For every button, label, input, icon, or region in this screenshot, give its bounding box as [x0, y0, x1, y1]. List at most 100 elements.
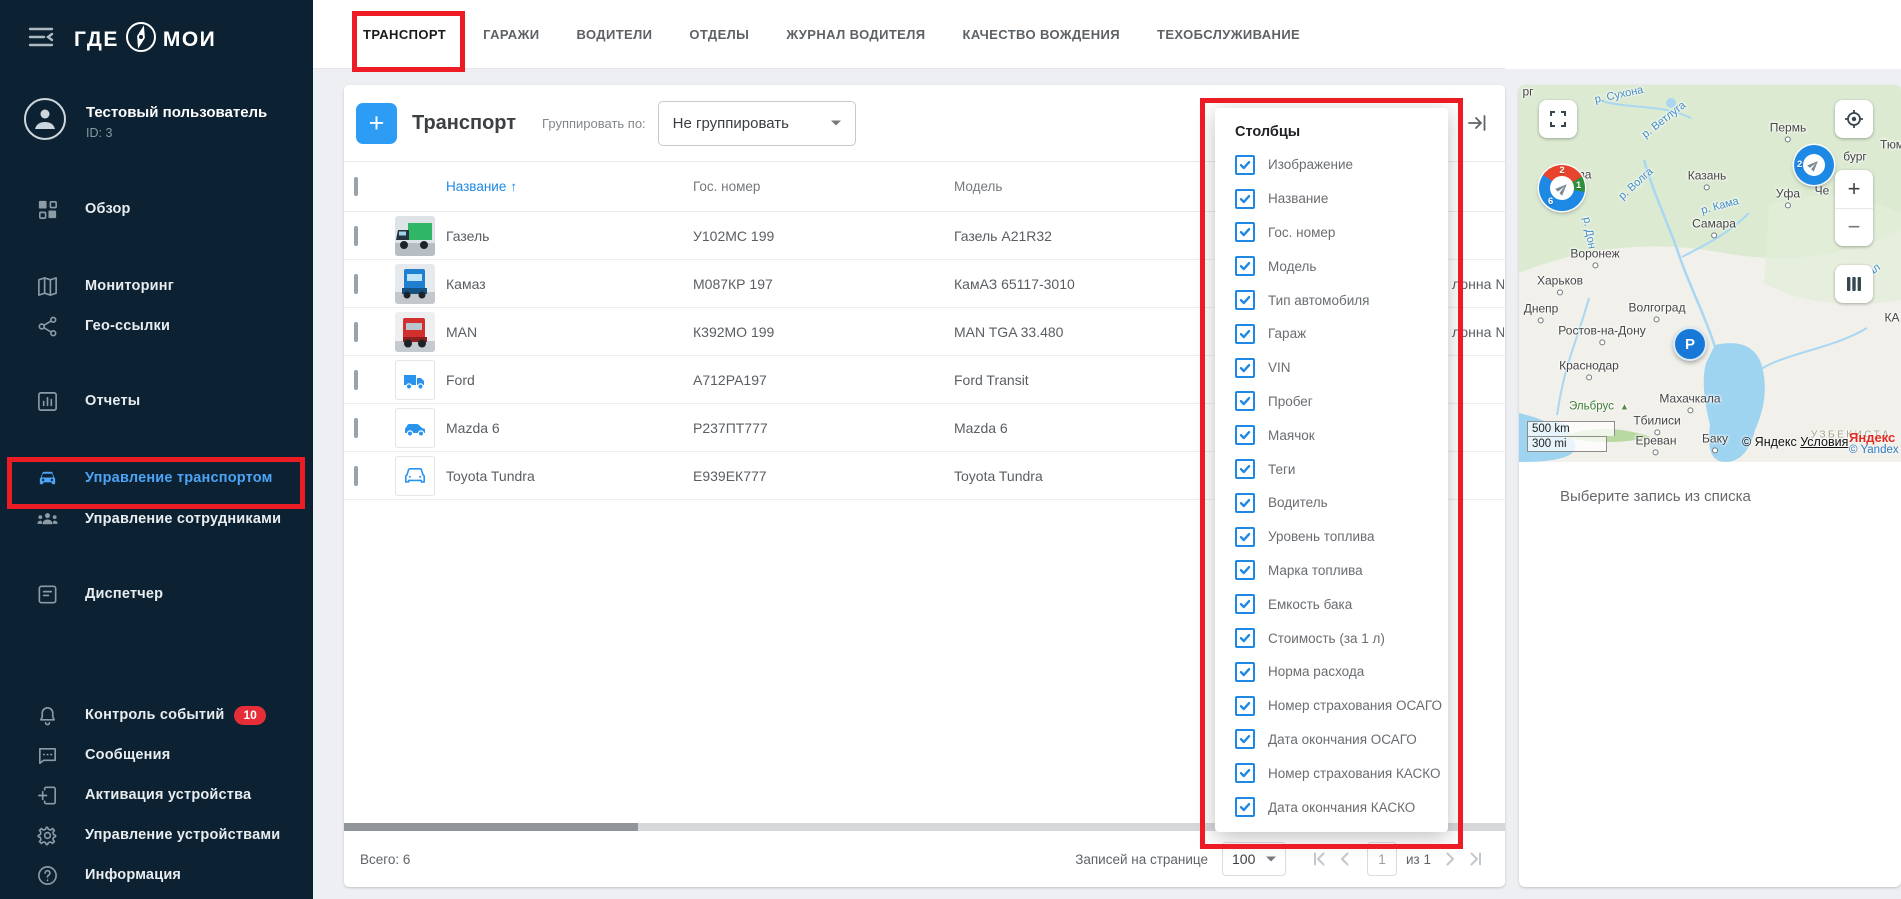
- column-toggle-item[interactable]: VIN: [1235, 351, 1448, 385]
- fullscreen-button[interactable]: [1539, 100, 1577, 138]
- checked-checkbox[interactable]: [1235, 797, 1255, 817]
- row-checkbox[interactable]: [354, 370, 358, 390]
- layers-button[interactable]: [1835, 265, 1873, 303]
- zoom-in-button[interactable]: +: [1835, 170, 1873, 208]
- tab-departments[interactable]: ОТДЕЛЫ: [689, 27, 749, 42]
- checked-checkbox[interactable]: [1235, 459, 1255, 479]
- checked-checkbox[interactable]: [1235, 662, 1255, 682]
- tab-driver-log[interactable]: ЖУРНАЛ ВОДИТЕЛЯ: [786, 27, 925, 42]
- sidebar-item-reports[interactable]: Отчеты: [0, 381, 313, 421]
- sidebar-item-information[interactable]: Информация: [0, 855, 313, 895]
- column-toggle-item[interactable]: Пробег: [1235, 385, 1448, 419]
- column-header-plate[interactable]: Гос. номер: [693, 179, 954, 194]
- column-toggle-item[interactable]: Стоимость (за 1 л): [1235, 621, 1448, 655]
- prev-page-button[interactable]: [1332, 846, 1358, 872]
- menu-toggle-icon[interactable]: [28, 26, 54, 48]
- last-page-button[interactable]: [1463, 846, 1489, 872]
- checked-checkbox[interactable]: [1235, 527, 1255, 547]
- column-toggle-item[interactable]: Тип автомобиля: [1235, 283, 1448, 317]
- column-toggle-item[interactable]: Гос. номер: [1235, 216, 1448, 250]
- column-toggle-item[interactable]: Изображение: [1235, 148, 1448, 182]
- add-vehicle-button[interactable]: +: [356, 103, 397, 144]
- checked-checkbox[interactable]: [1235, 493, 1255, 513]
- map-label: Махачкала: [1659, 392, 1720, 413]
- checked-checkbox[interactable]: [1235, 324, 1255, 344]
- sidebar-item-monitoring[interactable]: Мониторинг: [0, 266, 313, 306]
- map-label: Тюм: [1880, 138, 1901, 151]
- column-toggle-item[interactable]: Номер страхования КАСКО: [1235, 756, 1448, 790]
- sidebar-item-device-management[interactable]: Управление устройствами: [0, 815, 313, 855]
- column-toggle-item[interactable]: Теги: [1235, 452, 1448, 486]
- map-canvas[interactable]: рг р. Сухона р. Ветлуга Пермь: [1519, 85, 1901, 462]
- terms-link[interactable]: Условия: [1800, 435, 1848, 449]
- tab-garages[interactable]: ГАРАЖИ: [483, 27, 539, 42]
- row-checkbox[interactable]: [354, 274, 358, 294]
- column-toggle-item[interactable]: Дата окончания ОСАГО: [1235, 723, 1448, 757]
- column-toggle-item[interactable]: Уровень топлива: [1235, 520, 1448, 554]
- column-header-name[interactable]: Название↑: [446, 179, 693, 194]
- checked-checkbox[interactable]: [1235, 155, 1255, 175]
- checked-checkbox[interactable]: [1235, 189, 1255, 209]
- column-toggle-item[interactable]: Дата окончания КАСКО: [1235, 790, 1448, 824]
- column-toggle-item[interactable]: Водитель: [1235, 486, 1448, 520]
- row-checkbox[interactable]: [354, 466, 358, 486]
- column-toggle-item[interactable]: Модель: [1235, 249, 1448, 283]
- tab-maintenance[interactable]: ТЕХОБСЛУЖИВАНИЕ: [1157, 27, 1300, 42]
- vehicle-photo-man: [395, 312, 435, 352]
- column-toggle-item[interactable]: Норма расхода: [1235, 655, 1448, 689]
- sidebar-item-overview[interactable]: Обзор: [0, 189, 313, 229]
- sidebar-item-geolinks[interactable]: Гео-ссылки: [0, 306, 313, 346]
- checked-checkbox[interactable]: [1235, 425, 1255, 445]
- checked-checkbox[interactable]: [1235, 256, 1255, 276]
- vehicle-cluster-marker[interactable]: 2: [1794, 145, 1834, 185]
- row-checkbox[interactable]: [354, 418, 358, 438]
- checked-checkbox[interactable]: [1235, 696, 1255, 716]
- user-profile[interactable]: Тестовый пользователь ID: 3: [22, 96, 267, 147]
- table-footer: Всего: 6 Записей на странице 100 1 из 1: [344, 831, 1505, 887]
- collapse-panel-icon[interactable]: [1465, 111, 1489, 140]
- sidebar-item-fleet-management[interactable]: Управление транспортом: [0, 458, 313, 498]
- yandex-logo[interactable]: Яндекс © Yandex: [1849, 430, 1899, 456]
- column-toggle-item[interactable]: Емкость бака: [1235, 587, 1448, 621]
- column-toggle-item[interactable]: Гараж: [1235, 317, 1448, 351]
- columns-panel-title: Столбцы: [1235, 124, 1448, 140]
- row-checkbox[interactable]: [354, 226, 358, 246]
- city-dot: [1538, 318, 1544, 324]
- garage-cell-partial: лонна №: [1452, 276, 1504, 292]
- sidebar-item-employee-management[interactable]: Управление сотрудниками: [0, 499, 313, 539]
- group-by-select[interactable]: Не группировать: [658, 101, 856, 146]
- geolocate-button[interactable]: [1835, 100, 1873, 138]
- checked-checkbox[interactable]: [1235, 222, 1255, 242]
- column-toggle-item[interactable]: Маячок: [1235, 418, 1448, 452]
- column-toggle-item[interactable]: Марка топлива: [1235, 554, 1448, 588]
- page-number-input[interactable]: 1: [1367, 842, 1397, 876]
- sidebar-item-messages[interactable]: Сообщения: [0, 735, 313, 775]
- checked-checkbox[interactable]: [1235, 560, 1255, 580]
- per-page-select[interactable]: 100: [1222, 842, 1286, 876]
- sidebar-item-event-control[interactable]: Контроль событий 10: [0, 695, 313, 735]
- sidebar-item-device-activation[interactable]: Активация устройства: [0, 775, 313, 815]
- next-page-button[interactable]: [1437, 846, 1463, 872]
- row-checkbox[interactable]: [354, 322, 358, 342]
- tab-driving-quality[interactable]: КАЧЕСТВО ВОЖДЕНИЯ: [963, 27, 1121, 42]
- checked-checkbox[interactable]: [1235, 358, 1255, 378]
- checked-checkbox[interactable]: [1235, 628, 1255, 648]
- tab-drivers[interactable]: ВОДИТЕЛИ: [577, 27, 653, 42]
- top-tab-bar: ТРАНСПОРТ ГАРАЖИ ВОДИТЕЛИ ОТДЕЛЫ ЖУРНАЛ …: [313, 0, 1901, 69]
- checked-checkbox[interactable]: [1235, 391, 1255, 411]
- sidebar-item-dispatcher[interactable]: Диспетчер: [0, 574, 313, 614]
- checked-checkbox[interactable]: [1235, 594, 1255, 614]
- column-header-model[interactable]: Модель: [954, 179, 1204, 194]
- checked-checkbox[interactable]: [1235, 729, 1255, 749]
- select-all-checkbox[interactable]: [354, 177, 358, 196]
- parking-marker[interactable]: P: [1673, 327, 1707, 361]
- checked-checkbox[interactable]: [1235, 290, 1255, 310]
- first-page-button[interactable]: [1306, 846, 1332, 872]
- vehicle-cluster-marker[interactable]: 2 1 6: [1539, 165, 1585, 211]
- checked-checkbox[interactable]: [1235, 763, 1255, 783]
- scrollbar-thumb[interactable]: [344, 823, 638, 831]
- column-toggle-item[interactable]: Название: [1235, 182, 1448, 216]
- tab-transport[interactable]: ТРАНСПОРТ: [363, 27, 446, 42]
- column-toggle-item[interactable]: Номер страхования ОСАГО: [1235, 689, 1448, 723]
- zoom-out-button[interactable]: −: [1835, 208, 1873, 247]
